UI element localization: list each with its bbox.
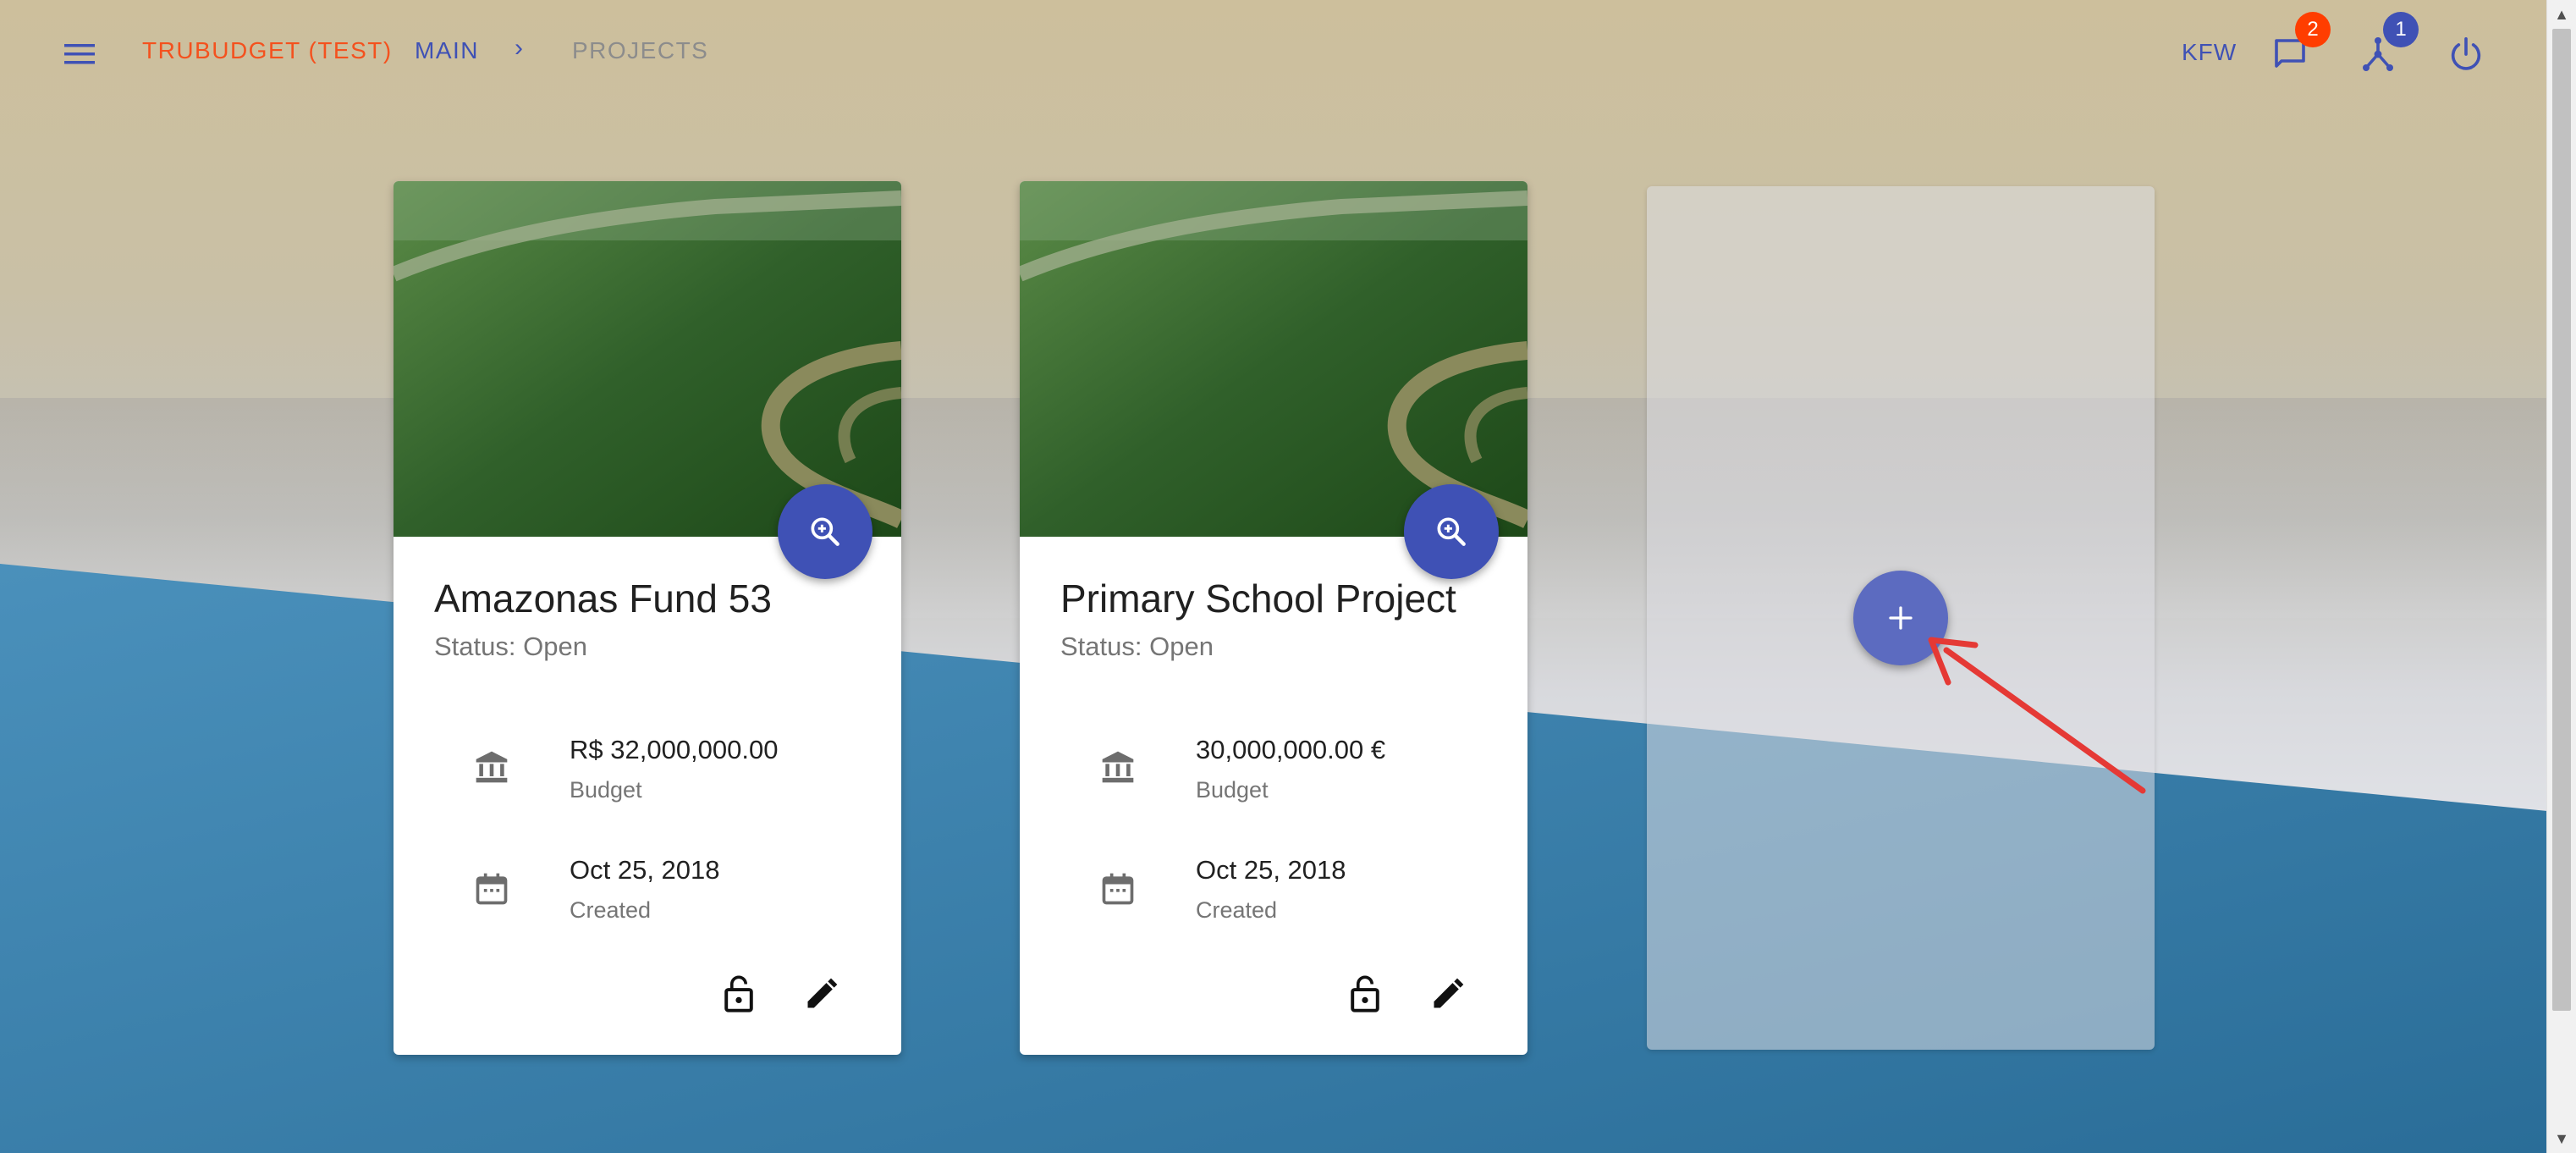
- project-created-value: Oct 25, 2018: [570, 855, 720, 885]
- bank-icon: [1102, 751, 1134, 783]
- add-project-button[interactable]: [1853, 571, 1948, 665]
- breadcrumb-projects: PROJECTS: [572, 37, 709, 63]
- project-edit-button[interactable]: [1423, 968, 1473, 1019]
- scroll-up-arrow-icon[interactable]: ▲: [2547, 0, 2576, 29]
- project-budget-label: Budget: [1196, 777, 1269, 803]
- project-budget-label: Budget: [570, 777, 642, 803]
- pencil-icon: [807, 978, 838, 1008]
- lock-open-icon: [1351, 975, 1379, 1012]
- project-created-label: Created: [570, 897, 652, 923]
- scroll-thumb[interactable]: [2552, 29, 2571, 1011]
- page-scrollbar[interactable]: ▲ ▼: [2546, 0, 2576, 1153]
- project-thumbnail: [394, 181, 901, 537]
- pencil-icon: [1434, 978, 1464, 1008]
- project-title: Primary School Project: [1060, 576, 1456, 621]
- zoom-in-icon: [1437, 517, 1466, 546]
- view-project-button[interactable]: [1404, 484, 1499, 579]
- breadcrumb-brand[interactable]: TRUBUDGET (TEST): [142, 37, 393, 64]
- breadcrumb-main[interactable]: MAIN: [415, 37, 479, 64]
- notifications-button[interactable]: 2: [2263, 12, 2331, 81]
- breadcrumb-separator: ›: [515, 34, 523, 62]
- project-status: Status: Open: [1060, 632, 1214, 661]
- project-created-label: Created: [1196, 897, 1278, 923]
- organization-label: KFW: [2182, 39, 2237, 65]
- network-badge: 1: [2383, 12, 2419, 47]
- project-budget-value: R$ 32,000,000.00: [570, 735, 779, 764]
- project-created-value: Oct 25, 2018: [1196, 855, 1346, 885]
- menu-icon: [64, 44, 95, 64]
- project-permissions-button[interactable]: [1340, 968, 1390, 1019]
- project-permissions-button[interactable]: [713, 968, 764, 1019]
- view-project-button[interactable]: [778, 484, 872, 579]
- calendar-icon: [476, 873, 508, 905]
- plus-icon: [1889, 606, 1913, 630]
- project-budget-value: 30,000,000.00 €: [1196, 735, 1386, 764]
- notifications-badge: 2: [2295, 12, 2331, 47]
- menu-button[interactable]: [54, 30, 105, 78]
- bank-icon: [476, 751, 508, 783]
- top-app-bar: TRUBUDGET (TEST) MAIN › PROJECTS KFW 2 1: [0, 0, 2547, 108]
- zoom-in-icon: [811, 517, 839, 546]
- project-card[interactable]: Amazonas Fund 53 Status: Open R$ 32,000,…: [394, 181, 901, 1055]
- lock-open-icon: [724, 975, 753, 1012]
- project-card[interactable]: Primary School Project Status: Open 30,0…: [1020, 181, 1527, 1055]
- project-status: Status: Open: [434, 632, 587, 661]
- project-edit-button[interactable]: [796, 968, 847, 1019]
- power-icon: [2451, 36, 2481, 70]
- project-thumbnail: [1020, 181, 1527, 537]
- logout-button[interactable]: [2439, 27, 2493, 81]
- project-title: Amazonas Fund 53: [434, 576, 772, 621]
- calendar-icon: [1102, 873, 1134, 905]
- network-button[interactable]: 1: [2351, 12, 2419, 81]
- scroll-down-arrow-icon[interactable]: ▼: [2547, 1124, 2576, 1153]
